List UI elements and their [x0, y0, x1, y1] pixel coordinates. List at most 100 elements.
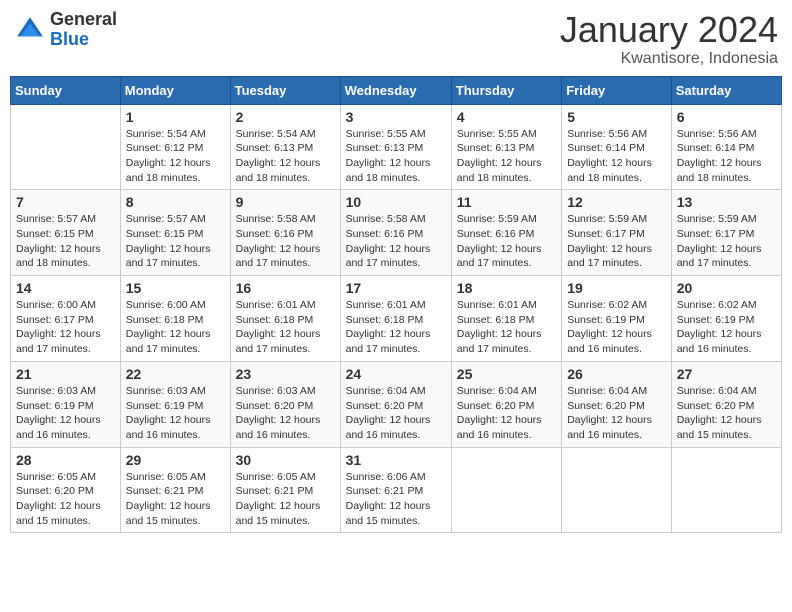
day-number: 20 — [677, 280, 776, 296]
day-number: 27 — [677, 366, 776, 382]
calendar-header-saturday: Saturday — [671, 76, 781, 104]
day-number: 8 — [126, 194, 225, 210]
day-number: 15 — [126, 280, 225, 296]
day-number: 30 — [236, 452, 335, 468]
day-number: 9 — [236, 194, 335, 210]
calendar-cell: 27 Sunrise: 6:04 AM Sunset: 6:20 PM Dayli… — [671, 361, 781, 447]
calendar-cell — [451, 447, 561, 533]
calendar-header-wednesday: Wednesday — [340, 76, 451, 104]
day-info: Sunrise: 6:05 AM Sunset: 6:21 PM Dayligh… — [236, 470, 335, 529]
day-info: Sunrise: 5:57 AM Sunset: 6:15 PM Dayligh… — [126, 212, 225, 271]
calendar-cell: 7 Sunrise: 5:57 AM Sunset: 6:15 PM Daylig… — [11, 190, 121, 276]
calendar-cell: 13 Sunrise: 5:59 AM Sunset: 6:17 PM Dayli… — [671, 190, 781, 276]
calendar-cell: 25 Sunrise: 6:04 AM Sunset: 6:20 PM Dayli… — [451, 361, 561, 447]
day-number: 17 — [346, 280, 446, 296]
day-info: Sunrise: 6:04 AM Sunset: 6:20 PM Dayligh… — [346, 384, 446, 443]
calendar-cell: 31 Sunrise: 6:06 AM Sunset: 6:21 PM Dayli… — [340, 447, 451, 533]
day-info: Sunrise: 6:03 AM Sunset: 6:20 PM Dayligh… — [236, 384, 335, 443]
day-number: 10 — [346, 194, 446, 210]
calendar-cell: 26 Sunrise: 6:04 AM Sunset: 6:20 PM Dayli… — [562, 361, 672, 447]
calendar-cell: 12Sunrise: 5:59 AM Sunset: 6:17 PM Dayli… — [562, 190, 672, 276]
calendar-cell: 14 Sunrise: 6:00 AM Sunset: 6:17 PM Dayli… — [11, 276, 121, 362]
day-info: Sunrise: 5:58 AM Sunset: 6:16 PM Dayligh… — [236, 212, 335, 271]
day-info: Sunrise: 5:55 AM Sunset: 6:13 PM Dayligh… — [346, 127, 446, 186]
calendar-cell: 21 Sunrise: 6:03 AM Sunset: 6:19 PM Dayli… — [11, 361, 121, 447]
calendar-header-sunday: Sunday — [11, 76, 121, 104]
day-number: 26 — [567, 366, 666, 382]
day-number: 22 — [126, 366, 225, 382]
day-info: Sunrise: 5:59 AM Sunset: 6:16 PM Dayligh… — [457, 212, 556, 271]
day-info: Sunrise: 5:57 AM Sunset: 6:15 PM Dayligh… — [16, 212, 115, 271]
day-number: 21 — [16, 366, 115, 382]
calendar-cell: 8 Sunrise: 5:57 AM Sunset: 6:15 PM Daylig… — [120, 190, 230, 276]
day-info: Sunrise: 6:04 AM Sunset: 6:20 PM Dayligh… — [457, 384, 556, 443]
day-info: Sunrise: 6:01 AM Sunset: 6:18 PM Dayligh… — [346, 298, 446, 357]
calendar-header-tuesday: Tuesday — [230, 76, 340, 104]
calendar-cell: 22Sunrise: 6:03 AM Sunset: 6:19 PM Dayli… — [120, 361, 230, 447]
calendar-cell — [671, 447, 781, 533]
calendar-cell: 18Sunrise: 6:01 AM Sunset: 6:18 PM Dayli… — [451, 276, 561, 362]
calendar-header-thursday: Thursday — [451, 76, 561, 104]
day-info: Sunrise: 5:58 AM Sunset: 6:16 PM Dayligh… — [346, 212, 446, 271]
day-info: Sunrise: 6:03 AM Sunset: 6:19 PM Dayligh… — [16, 384, 115, 443]
calendar-cell: 4Sunrise: 5:55 AM Sunset: 6:13 PM Daylig… — [451, 104, 561, 190]
logo-blue-text: Blue — [50, 30, 117, 50]
calendar-cell: 19Sunrise: 6:02 AM Sunset: 6:19 PM Dayli… — [562, 276, 672, 362]
day-number: 24 — [346, 366, 446, 382]
day-info: Sunrise: 5:54 AM Sunset: 6:12 PM Dayligh… — [126, 127, 225, 186]
day-info: Sunrise: 5:59 AM Sunset: 6:17 PM Dayligh… — [677, 212, 776, 271]
day-number: 23 — [236, 366, 335, 382]
day-info: Sunrise: 5:54 AM Sunset: 6:13 PM Dayligh… — [236, 127, 335, 186]
day-info: Sunrise: 6:01 AM Sunset: 6:18 PM Dayligh… — [236, 298, 335, 357]
day-number: 29 — [126, 452, 225, 468]
day-info: Sunrise: 6:04 AM Sunset: 6:20 PM Dayligh… — [567, 384, 666, 443]
day-number: 6 — [677, 109, 776, 125]
calendar-cell: 10 Sunrise: 5:58 AM Sunset: 6:16 PM Dayli… — [340, 190, 451, 276]
day-info: Sunrise: 6:06 AM Sunset: 6:21 PM Dayligh… — [346, 470, 446, 529]
day-info: Sunrise: 6:00 AM Sunset: 6:17 PM Dayligh… — [16, 298, 115, 357]
calendar-cell: 15 Sunrise: 6:00 AM Sunset: 6:18 PM Dayli… — [120, 276, 230, 362]
calendar-cell: 17 Sunrise: 6:01 AM Sunset: 6:18 PM Dayli… — [340, 276, 451, 362]
calendar-cell: 6 Sunrise: 5:56 AM Sunset: 6:14 PM Daylig… — [671, 104, 781, 190]
day-info: Sunrise: 6:00 AM Sunset: 6:18 PM Dayligh… — [126, 298, 225, 357]
day-info: Sunrise: 5:55 AM Sunset: 6:13 PM Dayligh… — [457, 127, 556, 186]
day-number: 2 — [236, 109, 335, 125]
day-number: 25 — [457, 366, 556, 382]
day-number: 28 — [16, 452, 115, 468]
logo-icon — [14, 14, 46, 46]
logo-text: General Blue — [50, 10, 117, 50]
logo: General Blue — [14, 10, 117, 50]
calendar-cell: 24 Sunrise: 6:04 AM Sunset: 6:20 PM Dayli… — [340, 361, 451, 447]
calendar-cell: 3 Sunrise: 5:55 AM Sunset: 6:13 PM Daylig… — [340, 104, 451, 190]
day-info: Sunrise: 6:05 AM Sunset: 6:21 PM Dayligh… — [126, 470, 225, 529]
day-info: Sunrise: 5:56 AM Sunset: 6:14 PM Dayligh… — [677, 127, 776, 186]
day-info: Sunrise: 5:56 AM Sunset: 6:14 PM Dayligh… — [567, 127, 666, 186]
calendar-cell: 11 Sunrise: 5:59 AM Sunset: 6:16 PM Dayli… — [451, 190, 561, 276]
day-number: 1 — [126, 109, 225, 125]
day-number: 3 — [346, 109, 446, 125]
day-info: Sunrise: 6:05 AM Sunset: 6:20 PM Dayligh… — [16, 470, 115, 529]
calendar-week-3: 14 Sunrise: 6:00 AM Sunset: 6:17 PM Dayli… — [11, 276, 782, 362]
calendar-week-2: 7 Sunrise: 5:57 AM Sunset: 6:15 PM Daylig… — [11, 190, 782, 276]
day-number: 31 — [346, 452, 446, 468]
day-number: 14 — [16, 280, 115, 296]
calendar-cell: 20 Sunrise: 6:02 AM Sunset: 6:19 PM Dayli… — [671, 276, 781, 362]
calendar-header-monday: Monday — [120, 76, 230, 104]
day-number: 12 — [567, 194, 666, 210]
calendar-table: SundayMondayTuesdayWednesdayThursdayFrid… — [10, 76, 782, 534]
month-year-title: January 2024 — [560, 10, 778, 50]
calendar-cell: 29 Sunrise: 6:05 AM Sunset: 6:21 PM Dayli… — [120, 447, 230, 533]
calendar-week-5: 28 Sunrise: 6:05 AM Sunset: 6:20 PM Dayli… — [11, 447, 782, 533]
calendar-header-friday: Friday — [562, 76, 672, 104]
calendar-cell: 2 Sunrise: 5:54 AM Sunset: 6:13 PM Daylig… — [230, 104, 340, 190]
day-info: Sunrise: 6:02 AM Sunset: 6:19 PM Dayligh… — [677, 298, 776, 357]
calendar-cell: 16Sunrise: 6:01 AM Sunset: 6:18 PM Dayli… — [230, 276, 340, 362]
page-header: General Blue January 2024 Kwantisore, In… — [10, 10, 782, 68]
day-number: 5 — [567, 109, 666, 125]
day-number: 11 — [457, 194, 556, 210]
calendar-week-1: 1 Sunrise: 5:54 AM Sunset: 6:12 PM Daylig… — [11, 104, 782, 190]
day-number: 13 — [677, 194, 776, 210]
day-info: Sunrise: 6:04 AM Sunset: 6:20 PM Dayligh… — [677, 384, 776, 443]
day-number: 7 — [16, 194, 115, 210]
calendar-cell: 23 Sunrise: 6:03 AM Sunset: 6:20 PM Dayli… — [230, 361, 340, 447]
